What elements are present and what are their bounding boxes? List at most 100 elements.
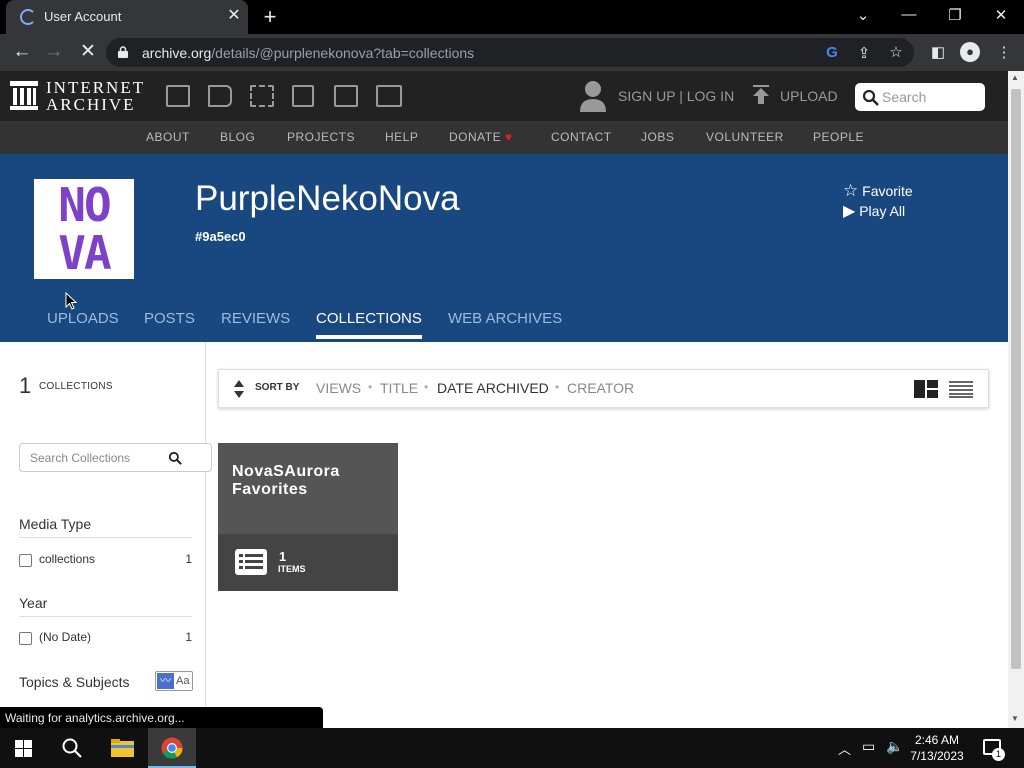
results-count: 1: [19, 373, 32, 398]
search-icon[interactable]: [62, 738, 82, 758]
notifications-icon[interactable]: 1: [983, 739, 1005, 761]
profile-user-id: #9a5ec0: [195, 229, 246, 244]
sort-option-title[interactable]: TITLE: [380, 380, 418, 396]
text-view-icon[interactable]: Aa: [176, 675, 189, 687]
software-floppy-icon[interactable]: [334, 85, 358, 107]
side-panel-icon[interactable]: ◧: [928, 43, 948, 61]
network-icon[interactable]: ▭: [862, 738, 875, 755]
volume-muted-icon[interactable]: 🔈: [886, 738, 903, 755]
nav-volunteer[interactable]: VOLUNTEER: [706, 130, 784, 144]
address-bar[interactable]: archive.org/details/@purplenekonova?tab=…: [106, 38, 914, 67]
restore-button[interactable]: ❐: [940, 6, 970, 24]
ia-search-input[interactable]: Search: [855, 83, 985, 111]
stop-loading-button[interactable]: ✕: [76, 40, 100, 64]
tab-posts[interactable]: POSTS: [144, 310, 195, 327]
taskbar-chrome-button[interactable]: [148, 728, 196, 768]
ia-top-nav: INTERNET ARCHIVE SIGN UP | LOG IN UPLOAD …: [0, 71, 1008, 121]
video-film-icon[interactable]: [250, 85, 274, 107]
tab-title: User Account: [44, 9, 122, 24]
tab-uploads[interactable]: UPLOADS: [47, 310, 119, 327]
scrollbar-thumb[interactable]: [1011, 89, 1021, 669]
status-bubble: Waiting for analytics.archive.org...: [0, 707, 323, 728]
results-count-label: COLLECTIONS: [39, 381, 113, 392]
avatar-text-top: NO: [58, 178, 111, 232]
nav-help[interactable]: HELP: [385, 130, 418, 144]
ia-secondary-nav: ABOUT BLOG PROJECTS HELP DONATE ♥ CONTAC…: [0, 121, 1008, 154]
sort-bar: SORT BY VIEWS • TITLE • DATE ARCHIVED • …: [218, 369, 989, 408]
texts-book-icon[interactable]: [208, 85, 232, 107]
signup-login-link[interactable]: SIGN UP | LOG IN: [618, 88, 734, 104]
google-translate-icon[interactable]: G: [822, 44, 842, 61]
star-icon: ☆: [843, 181, 859, 200]
collection-item-count: 1: [279, 549, 287, 564]
file-explorer-icon[interactable]: [111, 739, 134, 757]
nav-jobs[interactable]: JOBS: [641, 130, 674, 144]
nav-donate[interactable]: DONATE ♥: [449, 130, 513, 144]
notification-count-badge: 1: [992, 748, 1005, 761]
favorite-button[interactable]: ☆ Favorite: [843, 181, 913, 201]
profile-banner: NO VA PurpleNekoNova #9a5ec0 ☆ Favorite …: [0, 154, 1008, 342]
status-text: Waiting for analytics.archive.org...: [5, 711, 185, 725]
tab-collections[interactable]: COLLECTIONS: [316, 310, 422, 339]
sort-option-views[interactable]: VIEWS: [316, 380, 361, 396]
avatar: NO VA: [34, 179, 134, 279]
nav-blog[interactable]: BLOG: [220, 130, 255, 144]
collection-title: NovaSAurora Favorites: [232, 463, 340, 498]
list-view-icon[interactable]: [949, 380, 973, 398]
back-button[interactable]: ←: [10, 40, 34, 64]
facet-heading-media-type: Media Type: [19, 516, 192, 538]
minimize-button[interactable]: —: [894, 6, 924, 23]
sort-separator: •: [424, 380, 429, 394]
ia-logo-text: INTERNET ARCHIVE: [46, 78, 146, 114]
profile-username: PurpleNekoNova: [195, 179, 460, 218]
lock-icon: [118, 46, 128, 58]
loading-spinner-icon: [20, 9, 36, 25]
topics-view-toggle[interactable]: 〰 Aa: [155, 671, 193, 691]
browser-toolbar: ← → ✕ archive.org/details/@purplenekonov…: [0, 34, 1024, 71]
windows-taskbar: ︿ ▭ 🔈 2:46 AM 7/13/2023 1: [0, 728, 1024, 768]
tray-chevron-icon[interactable]: ︿: [838, 739, 851, 758]
facet-checkbox[interactable]: [19, 632, 32, 645]
collections-search-input[interactable]: Search Collections: [19, 443, 212, 472]
bookmark-star-icon[interactable]: ☆: [886, 43, 906, 61]
chrome-menu-icon[interactable]: ⋮: [994, 43, 1014, 61]
audio-speaker-icon[interactable]: [292, 85, 314, 107]
web-icon[interactable]: [166, 85, 190, 107]
facet-checkbox[interactable]: [19, 554, 32, 567]
profile-avatar-icon[interactable]: ●: [960, 42, 980, 62]
taskbar-clock[interactable]: 2:46 AM 7/13/2023: [908, 732, 966, 764]
tab-close-icon[interactable]: ✕: [224, 5, 244, 25]
search-icon[interactable]: [169, 452, 182, 465]
nav-contact[interactable]: CONTACT: [551, 130, 612, 144]
user-icon[interactable]: [580, 80, 606, 112]
sort-option-creator[interactable]: CREATOR: [567, 380, 634, 396]
nav-people[interactable]: PEOPLE: [813, 130, 864, 144]
upload-arrow-icon[interactable]: [752, 85, 770, 107]
scroll-down-icon[interactable]: ▼: [1011, 714, 1019, 723]
window-close-button[interactable]: ✕: [986, 6, 1016, 24]
play-all-button[interactable]: ▶ Play All: [843, 201, 905, 221]
images-icon[interactable]: [376, 85, 402, 107]
nav-about[interactable]: ABOUT: [146, 130, 190, 144]
upload-link[interactable]: UPLOAD: [780, 88, 838, 104]
page-scrollbar[interactable]: ▲ ▼: [1008, 71, 1024, 728]
scroll-up-icon[interactable]: ▲: [1011, 73, 1019, 82]
tab-reviews[interactable]: REVIEWS: [221, 310, 290, 327]
chrome-icon: [161, 737, 183, 759]
tile-view-icon[interactable]: [914, 380, 938, 398]
sort-by-label: SORT BY: [255, 382, 300, 393]
archive-building-icon: [10, 81, 38, 110]
sort-arrows-icon[interactable]: [233, 379, 245, 399]
collection-tile[interactable]: NovaSAurora Favorites 1 ITEMS: [218, 443, 398, 591]
chart-view-icon[interactable]: 〰: [157, 673, 174, 689]
sort-option-date-archived[interactable]: DATE ARCHIVED: [437, 380, 549, 396]
new-tab-button[interactable]: +: [258, 4, 282, 30]
facets-sidebar: 1 COLLECTIONS Search Collections Media T…: [0, 342, 212, 728]
windows-start-icon[interactable]: [15, 740, 32, 757]
forward-button[interactable]: →: [42, 40, 66, 64]
nav-projects[interactable]: PROJECTS: [287, 130, 355, 144]
tab-web-archives[interactable]: WEB ARCHIVES: [448, 310, 562, 327]
browser-tab[interactable]: User Account ✕: [6, 0, 248, 34]
share-icon[interactable]: ⇪: [854, 44, 874, 62]
tab-search-icon[interactable]: ⌄: [848, 6, 878, 24]
